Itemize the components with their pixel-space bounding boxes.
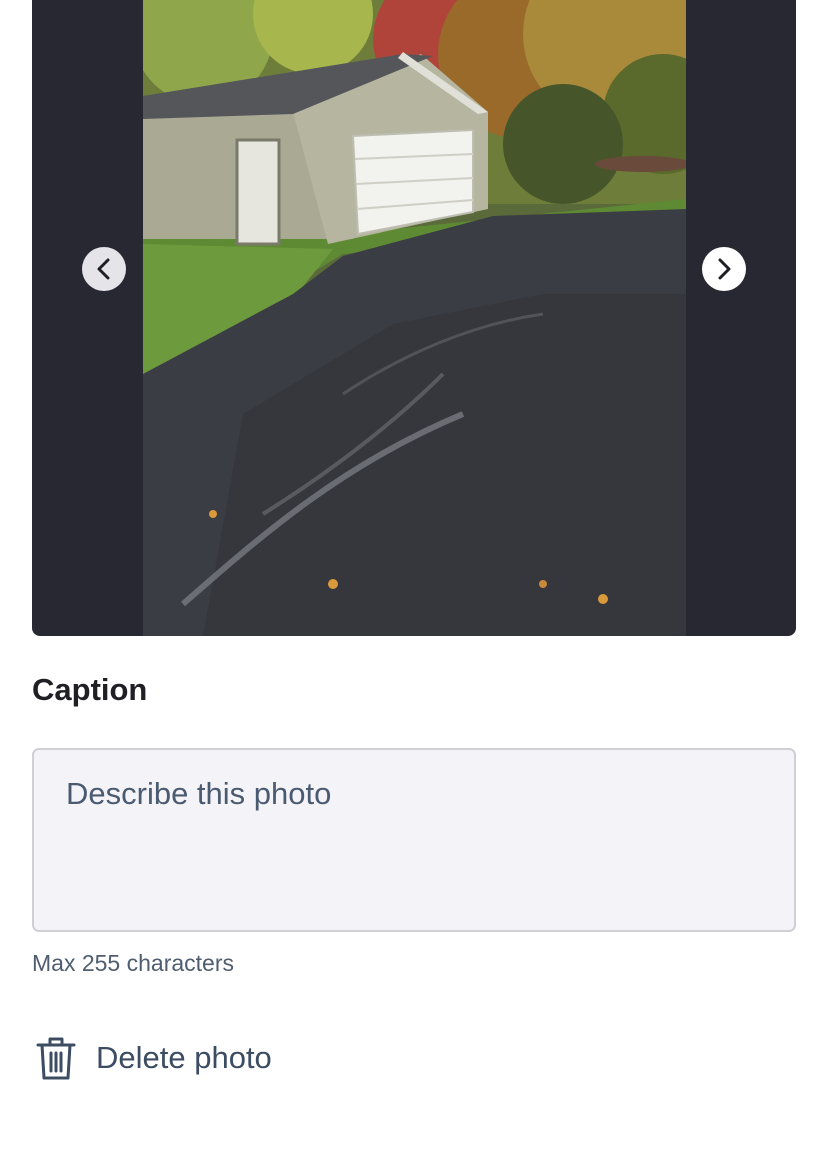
caption-heading: Caption <box>32 672 148 707</box>
caption-field[interactable] <box>32 748 796 932</box>
chevron-right-icon <box>718 258 731 280</box>
driveway-photo <box>143 0 686 636</box>
next-photo-button[interactable] <box>702 247 746 291</box>
photo-viewer <box>32 0 796 636</box>
caption-char-limit-hint: Max 255 characters <box>32 950 234 976</box>
delete-photo-button[interactable]: Delete photo <box>34 1034 272 1082</box>
caption-input[interactable] <box>34 750 794 930</box>
previous-photo-button[interactable] <box>82 247 126 291</box>
chevron-left-icon <box>97 258 110 280</box>
trash-icon <box>36 1037 76 1080</box>
delete-photo-label: Delete photo <box>96 1040 272 1075</box>
